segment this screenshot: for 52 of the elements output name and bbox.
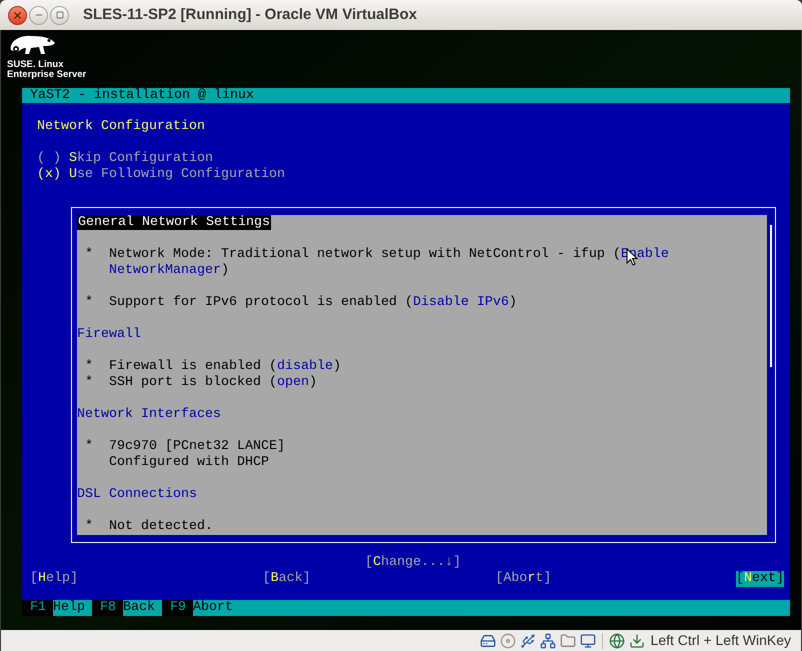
setting-text: Firewall is enabled ( bbox=[109, 359, 277, 375]
change-button[interactable]: [Change...↓] bbox=[365, 555, 461, 571]
setting-text: 79c970 [PCnet32 LANCE] bbox=[109, 439, 285, 455]
setting-text: ) bbox=[308, 375, 317, 391]
section-heading: Firewall bbox=[77, 327, 141, 342]
bullet-icon: * bbox=[77, 295, 109, 311]
link[interactable]: NetworkManager bbox=[109, 263, 221, 279]
host-key-label: Left Ctrl + Left WinKey bbox=[650, 631, 791, 650]
setting-text: ) bbox=[220, 263, 229, 279]
function-key: F1 bbox=[22, 600, 53, 616]
radio-option[interactable]: ( ) Skip Configuration bbox=[37, 151, 213, 166]
dialog-button[interactable]: [Back] bbox=[262, 571, 311, 587]
dialog-button[interactable]: [Next] bbox=[736, 571, 784, 587]
panel-title: General Network Settings bbox=[77, 215, 271, 230]
folder-icon bbox=[560, 632, 576, 648]
close-icon bbox=[12, 10, 23, 20]
close-button[interactable] bbox=[8, 6, 27, 24]
function-key: F9 bbox=[162, 600, 193, 616]
display-icon bbox=[580, 632, 596, 648]
yast-title-bar: YaST2 - installation @ linux bbox=[22, 88, 790, 103]
link[interactable]: disable bbox=[276, 359, 333, 375]
download-arrow-icon bbox=[628, 632, 645, 648]
network-icon bbox=[540, 632, 556, 648]
link[interactable]: Disable IPv6 bbox=[412, 295, 509, 311]
link[interactable]: open bbox=[276, 375, 309, 391]
logo-text: Enterprise Server bbox=[7, 70, 88, 80]
bullet-icon: * bbox=[77, 247, 109, 263]
setting-text: SSH port is blocked ( bbox=[109, 375, 277, 391]
bullet-icon: * bbox=[77, 519, 109, 535]
section-heading: DSL Connections bbox=[77, 487, 197, 502]
setting-text: Network Mode: Traditional network setup with NetControl - ifup ( bbox=[109, 247, 621, 263]
usb-icon bbox=[520, 632, 536, 648]
setting-text: Configured with DHCP bbox=[109, 455, 269, 471]
radio-option[interactable]: (x) Use Following Configuration bbox=[37, 167, 285, 182]
bullet-icon: * bbox=[77, 359, 109, 375]
page-heading: Network Configuration bbox=[37, 119, 205, 134]
bullet-icon: * bbox=[77, 439, 109, 455]
setting-text: ) bbox=[508, 295, 517, 311]
maximize-icon bbox=[56, 11, 64, 19]
dialog-button[interactable]: [Abort] bbox=[495, 571, 552, 587]
bullet-icon: * bbox=[77, 375, 109, 391]
window-title: SLES-11-SP2 [Running] - Oracle VM VirtualBox bbox=[83, 4, 417, 25]
function-key: F8 bbox=[92, 600, 123, 616]
setting-text: Not detected. bbox=[109, 519, 213, 535]
globe-icon bbox=[608, 632, 625, 648]
logo-text: SUSE. Linux bbox=[7, 60, 64, 70]
optical-disc-icon bbox=[500, 632, 516, 648]
dialog-button[interactable]: [Help] bbox=[30, 571, 78, 587]
maximize-button[interactable] bbox=[50, 6, 69, 24]
setting-text: ) bbox=[332, 359, 341, 375]
section-heading: Network Interfaces bbox=[77, 407, 221, 422]
setting-text: Support for IPv6 protocol is enabled ( bbox=[109, 295, 413, 311]
